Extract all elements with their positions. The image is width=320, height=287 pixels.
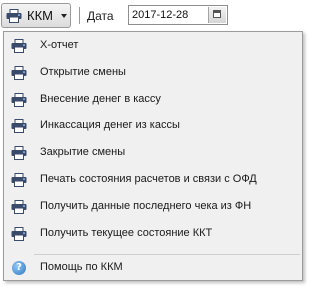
menu-item-label: Помощь по ККМ (40, 261, 123, 273)
menu-item[interactable]: Печать состояния расчетов и связи с ОФД (5, 168, 301, 192)
printer-icon (11, 173, 27, 187)
menu-item-label: Получить данные последнего чека из ФН (40, 200, 252, 212)
page: ККМ Дата 2017-12-28 X-отчет Открытие смен… (0, 0, 308, 287)
printer-icon (11, 200, 27, 214)
menu-item[interactable]: Инкассация денег из кассы (5, 114, 301, 138)
background-right (303, 33, 308, 287)
kkm-menu-button[interactable]: ККМ (1, 3, 71, 28)
printer-icon (11, 227, 27, 241)
toolbar-separator (79, 7, 80, 24)
date-field-value: 2017-12-28 (132, 9, 189, 21)
date-label: Дата (87, 9, 114, 23)
menu-item[interactable]: X-отчет (5, 34, 301, 58)
menu-item-label: X-отчет (40, 39, 79, 51)
date-field[interactable]: 2017-12-28 (128, 5, 228, 25)
kkm-button-label: ККМ (27, 8, 53, 23)
menu-item-label: Закрытие смены (40, 146, 126, 158)
menu-item-label: Печать состояния расчетов и связи с ОФД (40, 173, 257, 185)
menu-item[interactable]: Получить данные последнего чека из ФН (5, 195, 301, 219)
menu-separator (34, 254, 300, 255)
date-picker-button[interactable] (208, 7, 226, 23)
help-icon: ? (12, 261, 26, 275)
printer-icon (6, 9, 22, 26)
chevron-down-icon (61, 14, 67, 18)
menu-item-label: Инкассация денег из кассы (40, 119, 180, 131)
printer-icon (11, 93, 27, 107)
menu-item-label: Открытие смены (40, 66, 126, 78)
menu-item[interactable]: Закрытие смены (5, 141, 301, 165)
menu-item-label: Получить текущее состояние ККТ (40, 227, 213, 239)
calendar-icon (213, 10, 221, 18)
menu-item-label: Внесение денег в кассу (40, 93, 161, 105)
background-bottom (0, 281, 308, 287)
printer-icon (11, 66, 27, 80)
printer-icon (11, 146, 27, 160)
menu-item-help[interactable]: ? Помощь по ККМ (5, 256, 301, 280)
menu-item[interactable]: Открытие смены (5, 61, 301, 85)
menu-item[interactable]: Внесение денег в кассу (5, 88, 301, 112)
printer-icon (11, 119, 27, 133)
menu-item[interactable]: Получить текущее состояние ККТ (5, 222, 301, 246)
kkm-dropdown-menu: X-отчет Открытие смены Внесение денег в ка… (3, 31, 303, 281)
toolbar: ККМ Дата 2017-12-28 (0, 0, 308, 33)
printer-icon (11, 39, 27, 53)
